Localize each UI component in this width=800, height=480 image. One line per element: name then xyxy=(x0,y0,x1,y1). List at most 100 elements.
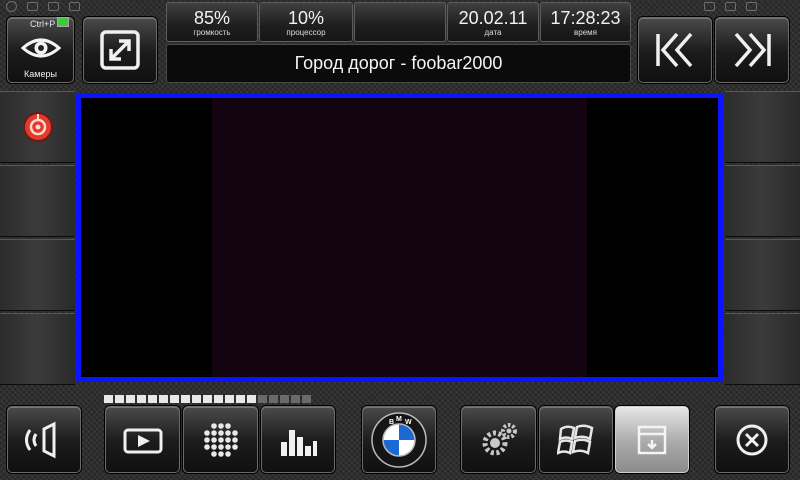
camera-button[interactable]: Ctrl+P Камеры xyxy=(7,17,74,83)
video-viewport[interactable] xyxy=(76,93,723,382)
home-button[interactable]: B M W xyxy=(362,406,436,473)
progress-segment xyxy=(137,395,146,403)
video-button[interactable] xyxy=(105,406,180,473)
date-label: дата xyxy=(484,28,502,37)
grid-dot xyxy=(203,429,210,436)
time-readout: 17:28:23 время xyxy=(540,2,631,42)
volume-progress-bar[interactable] xyxy=(104,395,311,403)
progress-segment xyxy=(115,395,124,403)
volume-label: громкость xyxy=(193,28,231,37)
video-frame xyxy=(212,98,587,377)
grid-dot xyxy=(217,450,224,457)
grid-dot xyxy=(224,422,231,429)
record-icon xyxy=(22,111,54,148)
play-screen-icon xyxy=(123,425,163,455)
progress-segment xyxy=(225,395,234,403)
message-icon xyxy=(48,1,59,11)
grid-dot xyxy=(231,443,238,450)
close-circle-icon xyxy=(735,423,769,457)
grid-dot xyxy=(217,443,224,450)
side-slot-left-3[interactable] xyxy=(0,239,75,311)
progress-segment xyxy=(258,395,267,403)
progress-segment xyxy=(159,395,168,403)
progress-segment xyxy=(236,395,245,403)
grid-dot xyxy=(217,422,224,429)
side-slot-right-4[interactable] xyxy=(725,313,800,385)
cpu-label: процессор xyxy=(286,28,326,37)
side-slot-right-1[interactable] xyxy=(725,91,800,163)
grid-dot xyxy=(210,422,217,429)
now-playing-title: Город дорог - foobar2000 xyxy=(294,53,503,73)
side-slot-right-3[interactable] xyxy=(725,239,800,311)
side-slot-left-4[interactable] xyxy=(0,313,75,385)
time-value: 17:28:23 xyxy=(550,8,621,28)
minimize-window-icon xyxy=(636,424,668,456)
close-button[interactable] xyxy=(715,406,789,473)
progress-segment xyxy=(302,395,311,403)
side-slot-left-2[interactable] xyxy=(0,165,75,237)
progress-segment xyxy=(170,395,179,403)
cpu-readout: 10% процессор xyxy=(259,2,353,42)
progress-segment xyxy=(203,395,212,403)
tray-icon xyxy=(27,1,38,11)
progress-segment xyxy=(148,395,157,403)
progress-segment xyxy=(269,395,278,403)
now-playing-bar: Город дорог - foobar2000 xyxy=(166,44,631,83)
top-left-status-icons xyxy=(6,0,80,12)
progress-segment xyxy=(247,395,256,403)
volume-readout: 85% громкость xyxy=(166,2,258,42)
windows-button[interactable] xyxy=(539,406,613,473)
equalizer-icon xyxy=(278,422,318,458)
fullscreen-button[interactable] xyxy=(83,17,157,83)
grid-dot xyxy=(203,443,210,450)
grid-dots-icon xyxy=(201,420,241,460)
grid-dot xyxy=(231,436,238,443)
side-slot-right-2[interactable] xyxy=(725,165,800,237)
grid-dot xyxy=(210,450,217,457)
grid-dot xyxy=(224,436,231,443)
grid-dot xyxy=(210,436,217,443)
next-button[interactable] xyxy=(715,17,789,83)
progress-segment xyxy=(181,395,190,403)
grid-dot xyxy=(217,429,224,436)
progress-segment xyxy=(280,395,289,403)
grid-dot xyxy=(210,429,217,436)
time-label: время xyxy=(574,28,597,37)
globe-icon xyxy=(6,0,17,12)
prev-button[interactable] xyxy=(638,17,712,83)
grid-dot xyxy=(224,450,231,457)
indicator-led xyxy=(57,17,69,27)
windows-logo-icon xyxy=(557,421,595,459)
grid-dot xyxy=(231,429,238,436)
empty-readout xyxy=(354,2,446,42)
settings-button[interactable] xyxy=(461,406,536,473)
date-readout: 20.02.11 дата xyxy=(447,2,539,42)
sound-button[interactable] xyxy=(7,406,81,473)
grid-dot xyxy=(210,443,217,450)
speaker-waves-icon xyxy=(22,420,66,460)
camera-label: Камеры xyxy=(24,69,57,79)
flag-icon xyxy=(704,1,715,11)
progress-segment xyxy=(126,395,135,403)
phone-icon xyxy=(69,1,80,11)
eq-button[interactable] xyxy=(261,406,335,473)
grid-dot xyxy=(224,443,231,450)
camera-shortcut-label: Ctrl+P xyxy=(30,19,56,29)
svg-text:M: M xyxy=(396,416,402,423)
minimize-button[interactable] xyxy=(615,406,689,473)
cpu-value: 10% xyxy=(287,8,325,28)
eye-icon xyxy=(20,35,61,61)
volume-value: 85% xyxy=(193,8,231,28)
apps-button[interactable] xyxy=(183,406,258,473)
window-icon xyxy=(746,1,757,11)
grid-dot xyxy=(217,436,224,443)
date-value: 20.02.11 xyxy=(458,8,528,28)
record-button[interactable] xyxy=(0,91,75,163)
double-chevron-right-icon xyxy=(732,30,772,70)
bmw-logo-icon: B M W xyxy=(371,411,427,468)
progress-segment xyxy=(291,395,300,403)
loop-icon xyxy=(725,1,736,11)
expand-icon xyxy=(100,30,140,70)
svg-text:B: B xyxy=(389,419,394,426)
gears-icon xyxy=(479,420,519,460)
